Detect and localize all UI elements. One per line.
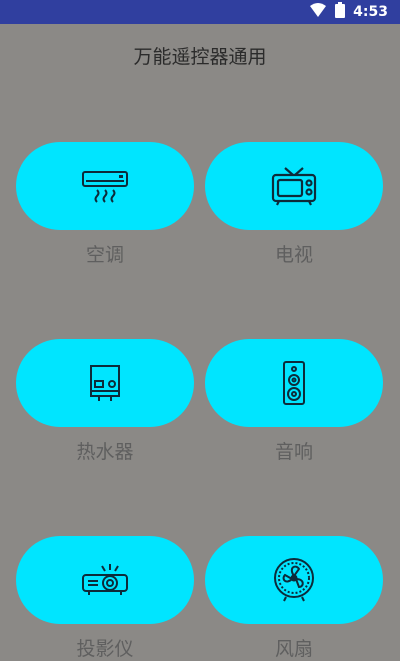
status-bar: 4:53	[0, 0, 400, 24]
projector-icon	[80, 562, 130, 598]
tv-button[interactable]	[205, 142, 383, 230]
page-title: 万能遥控器通用	[133, 46, 267, 68]
water-heater-label: 热水器	[76, 441, 134, 463]
water-heater-button[interactable]	[16, 339, 194, 427]
wifi-icon	[309, 2, 327, 22]
projector-label: 投影仪	[76, 638, 134, 660]
fan-icon	[272, 557, 316, 603]
speaker-button[interactable]	[205, 339, 383, 427]
speaker-icon	[282, 360, 306, 406]
fan-button[interactable]	[205, 536, 383, 624]
water-heater-icon	[88, 364, 122, 402]
air-conditioner-label: 空调	[85, 244, 124, 266]
fan-label: 风扇	[274, 638, 313, 660]
tv-label: 电视	[274, 244, 313, 266]
status-icons: 4:53	[309, 0, 388, 24]
air-conditioner-button[interactable]	[16, 142, 194, 230]
tv-icon	[271, 166, 317, 206]
speaker-label: 音响	[274, 441, 313, 463]
air-conditioner-icon	[81, 168, 129, 204]
battery-icon	[335, 2, 346, 22]
projector-button[interactable]	[16, 536, 194, 624]
status-time: 4:53	[353, 4, 388, 20]
